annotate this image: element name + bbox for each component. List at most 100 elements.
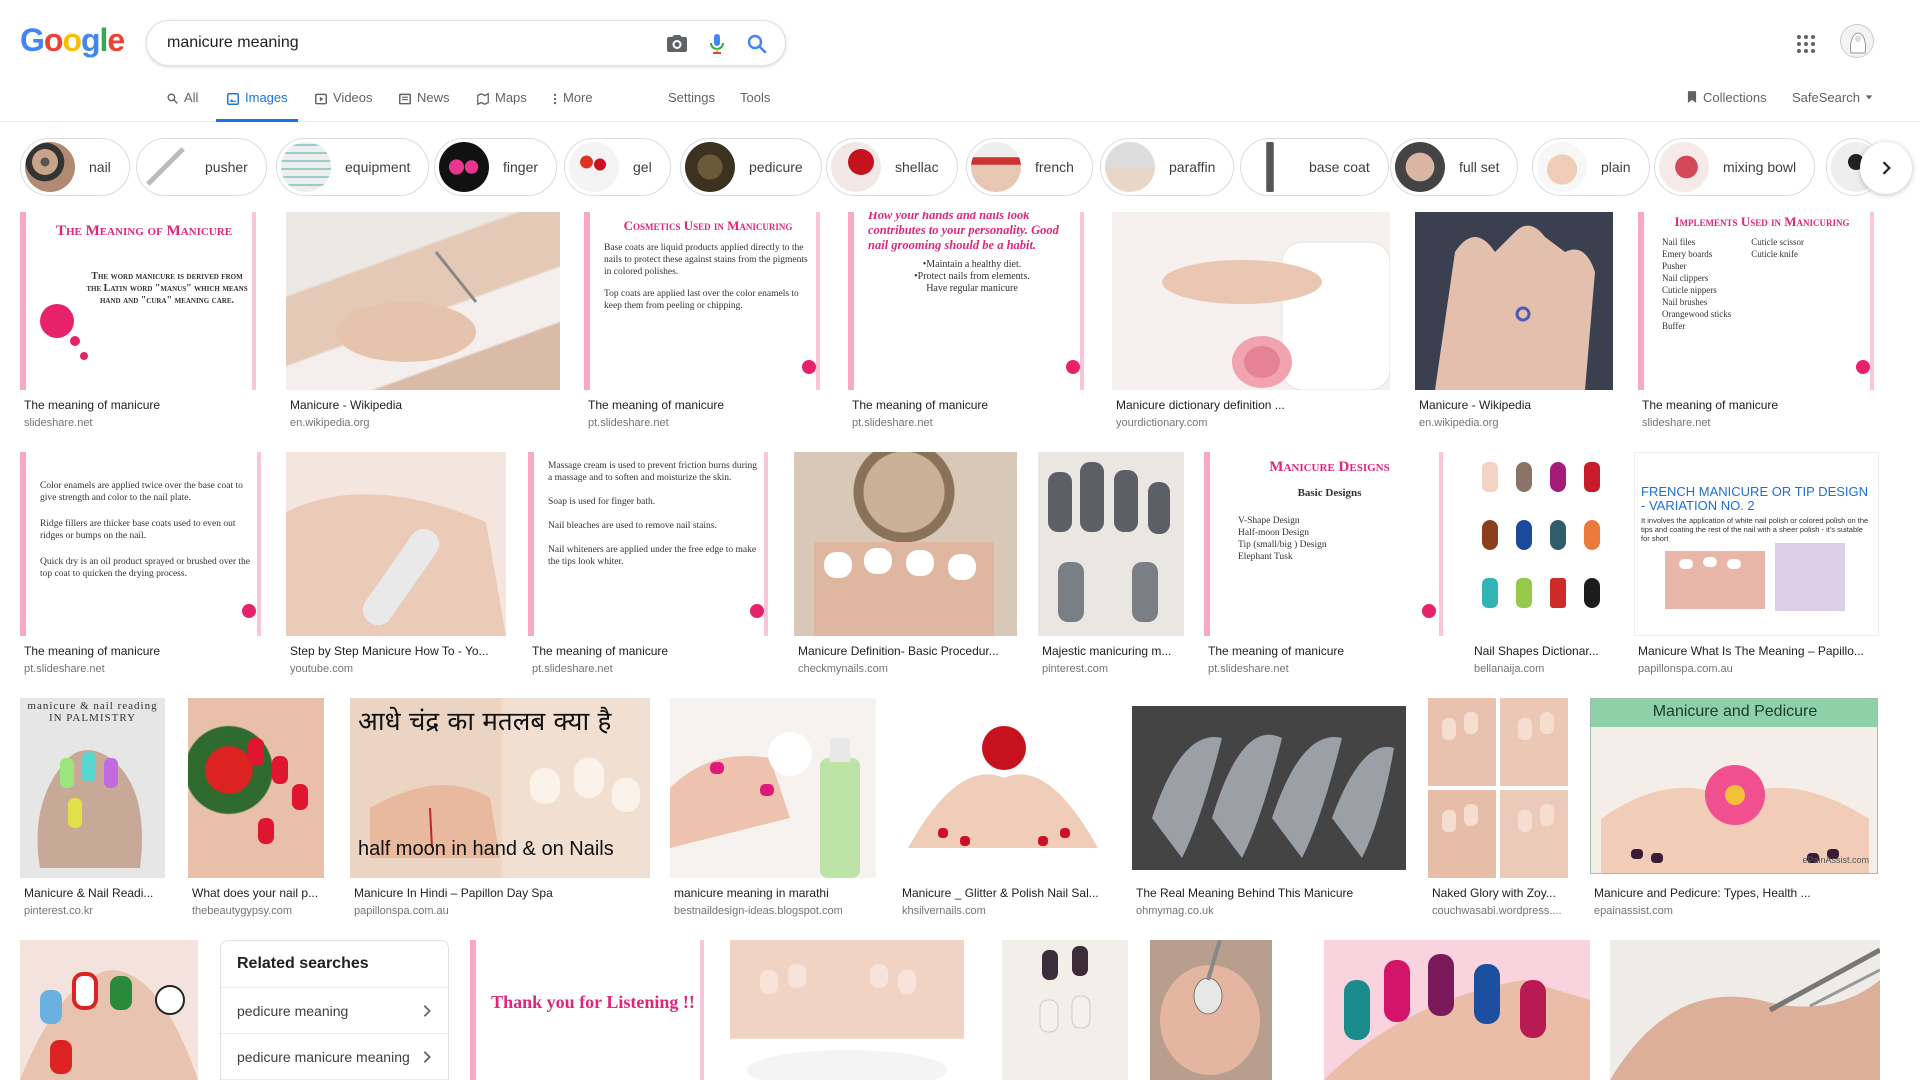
result-card[interactable]: Massage cream is used to prevent frictio…: [528, 452, 776, 676]
result-card[interactable]: Manicure - Wikipedia en.wikipedia.org: [1415, 212, 1615, 436]
account-avatar[interactable]: [1840, 24, 1874, 58]
decor-dot: [802, 360, 816, 374]
result-card[interactable]: Cosmetics Used in Manicuring Base coats …: [584, 212, 829, 436]
apps-grid-icon[interactable]: [1794, 32, 1818, 56]
tab-more[interactable]: More: [552, 90, 593, 122]
chip-thumbnail: [281, 142, 331, 192]
chip-french[interactable]: french: [966, 138, 1093, 196]
result-thumbnail: Thank you for Listening !!: [470, 940, 710, 1080]
result-card[interactable]: manicure & nail reading IN PALMISTRY Man…: [20, 698, 166, 922]
collections-link[interactable]: Collections: [1686, 90, 1767, 105]
chip-plain[interactable]: plain: [1532, 138, 1650, 196]
result-source: pt.slideshare.net: [852, 417, 933, 429]
related-search-item[interactable]: pedicure meaning: [221, 988, 448, 1034]
result-card[interactable]: Thank you for Listening !!: [470, 940, 712, 1080]
search-input[interactable]: [167, 31, 647, 55]
result-thumbnail: [1610, 940, 1880, 1080]
result-card[interactable]: The Real Meaning Behind This Manicure oh…: [1132, 698, 1408, 922]
chip-shellac[interactable]: shellac: [826, 138, 958, 196]
result-source: bellanaija.com: [1474, 663, 1545, 675]
result-card[interactable]: Naked Glory with Zoy... couchwasabi.word…: [1428, 698, 1570, 922]
microphone-icon[interactable]: [705, 32, 729, 56]
tab-all[interactable]: All: [166, 90, 198, 122]
result-card[interactable]: [20, 940, 200, 1080]
chip-full-set[interactable]: full set: [1390, 138, 1519, 196]
result-card[interactable]: The Meaning of Manicure The word manicur…: [20, 212, 265, 436]
result-card[interactable]: [1324, 940, 1592, 1080]
result-card[interactable]: [730, 940, 966, 1080]
result-thumbnail: [1470, 452, 1615, 636]
result-card[interactable]: [1150, 940, 1274, 1080]
result-card[interactable]: Manicure Designs Basic Designs V-Shape D…: [1204, 452, 1450, 676]
chip-gel[interactable]: gel: [564, 138, 671, 196]
result-source: ohmymag.co.uk: [1136, 905, 1214, 917]
search-tabs: All Images Videos News Maps More Setting…: [0, 84, 1920, 122]
chip-equipment[interactable]: equipment: [276, 138, 430, 196]
result-thumbnail: [1428, 698, 1568, 878]
chevron-right-icon: [423, 1004, 431, 1017]
result-thumbnail: Manicure Designs Basic Designs V-Shape D…: [1204, 452, 1449, 636]
slide-text: •Maintain a healthy diet.: [922, 259, 1022, 270]
chip-thumbnail: [685, 142, 735, 192]
result-source: couchwasabi.wordpress....: [1432, 905, 1562, 917]
tab-news[interactable]: News: [398, 90, 450, 122]
slide-heading: Manicure and Pedicure: [1652, 703, 1818, 720]
result-card[interactable]: Manicure Definition- Basic Procedur... c…: [794, 452, 1018, 676]
tab-videos[interactable]: Videos: [314, 90, 373, 122]
chip-base-coat[interactable]: base coat: [1240, 138, 1389, 196]
result-card[interactable]: Manicure dictionary definition ... yourd…: [1112, 212, 1392, 436]
result-card[interactable]: What does your nail p... thebeautygypsy.…: [188, 698, 328, 922]
result-card[interactable]: manicure meaning in marathi bestnaildesi…: [670, 698, 878, 922]
result-card[interactable]: [1610, 940, 1882, 1080]
result-title: Naked Glory with Zoy...: [1432, 886, 1556, 900]
slide-caption: half moon in hand & on Nails: [358, 838, 614, 860]
result-source: slideshare.net: [24, 417, 93, 429]
chip-finger[interactable]: finger: [434, 138, 558, 196]
slide-text: Have regular manicure: [926, 283, 1018, 294]
manicure-photo-illustration: [1162, 241, 1390, 390]
result-card[interactable]: FRENCH MANICURE OR TIP DESIGN - VARIATIO…: [1634, 452, 1880, 676]
result-source: thebeautygypsy.com: [192, 905, 293, 917]
result-card[interactable]: Nail Shapes Dictionar... bellanaija.com: [1470, 452, 1616, 676]
camera-icon[interactable]: [665, 32, 689, 56]
tab-maps[interactable]: Maps: [476, 90, 527, 122]
safesearch-dropdown[interactable]: SafeSearch: [1792, 90, 1873, 105]
tab-images[interactable]: Images: [216, 90, 298, 122]
result-thumbnail: [730, 940, 964, 1080]
result-card[interactable]: How your hands and nails look contribute…: [848, 212, 1093, 436]
chip-nail[interactable]: nail: [20, 138, 130, 196]
result-thumbnail: [286, 212, 560, 390]
slide-heading: How your hands and nails look contribute…: [868, 212, 1059, 252]
chips-next-button[interactable]: [1860, 142, 1912, 194]
chip-mixing-bowl[interactable]: mixing bowl: [1654, 138, 1816, 196]
result-card[interactable]: Step by Step Manicure How To - Yo... you…: [286, 452, 508, 676]
cuticle-care-illustration: [1610, 947, 1880, 1080]
result-card[interactable]: [1002, 940, 1130, 1080]
result-card[interactable]: Manicure - Wikipedia en.wikipedia.org: [286, 212, 561, 436]
result-title: Manicure - Wikipedia: [290, 398, 403, 412]
result-thumbnail: [1415, 212, 1613, 390]
result-card[interactable]: Color enamels are applied twice over the…: [20, 452, 270, 676]
manicure-photo-illustration: [1048, 462, 1170, 622]
related-search-item[interactable]: pedicure manicure meaning: [221, 1034, 448, 1080]
settings-link[interactable]: Settings: [668, 90, 715, 105]
chip-pusher[interactable]: pusher: [136, 138, 267, 196]
chip-thumbnail: [569, 142, 619, 192]
chip-paraffin[interactable]: paraffin: [1100, 138, 1235, 196]
result-title: Manicure & Nail Readi...: [24, 886, 154, 900]
map-icon: [477, 92, 489, 106]
chip-pedicure[interactable]: pedicure: [680, 138, 822, 196]
tools-link[interactable]: Tools: [740, 90, 770, 105]
result-card[interactable]: Manicure _ Glitter & Polish Nail Sal... …: [898, 698, 1112, 922]
result-source: en.wikipedia.org: [290, 417, 370, 429]
google-logo[interactable]: Google: [20, 22, 125, 59]
slide-text: Base coats are liquid products applied d…: [604, 243, 808, 277]
result-card[interactable]: Manicure and Pedicure ePainAssist.com Ma…: [1590, 698, 1880, 922]
slide-subheading: Basic Designs: [1297, 487, 1362, 499]
search-icon[interactable]: [745, 32, 769, 56]
result-source: pt.slideshare.net: [532, 663, 613, 675]
manicure-photo-illustration: [670, 732, 860, 878]
result-card[interactable]: आधे चंद्र का मतलब क्या है half moon in h…: [350, 698, 650, 922]
result-card[interactable]: Majestic manicuring m... pinterest.com: [1038, 452, 1184, 676]
result-card[interactable]: Implements Used in Manicuring Nail files…: [1638, 212, 1883, 436]
